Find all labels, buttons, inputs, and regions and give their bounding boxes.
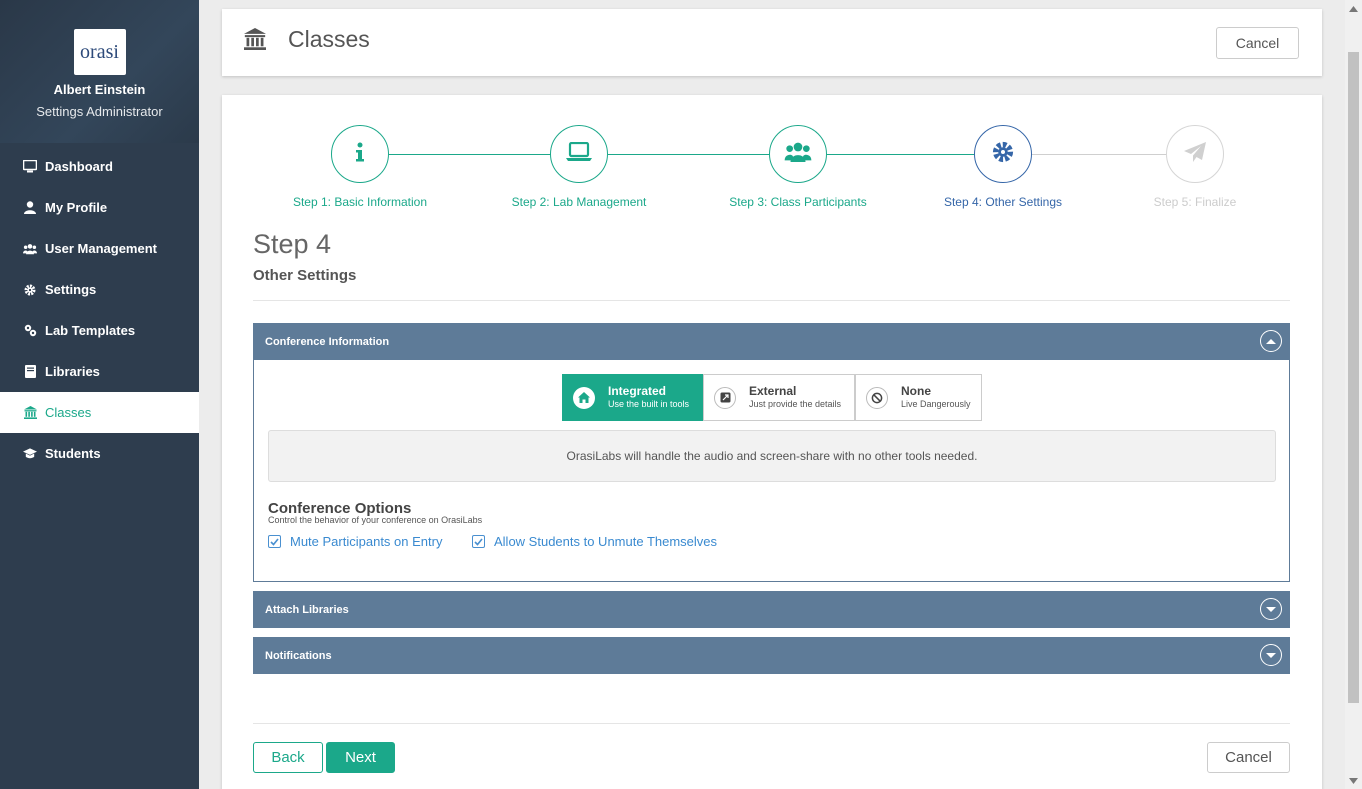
orasi-logo: orasi — [73, 29, 126, 75]
sidebar-item-user-management[interactable]: User Management — [0, 228, 199, 269]
step-circle — [974, 125, 1032, 183]
step-2[interactable]: Step 2: Lab Management — [479, 125, 679, 209]
scrollbar[interactable] — [1345, 0, 1362, 789]
step-label: Step 1: Basic Information — [292, 195, 428, 209]
scroll-down-icon[interactable] — [1349, 776, 1358, 785]
sidebar-item-settings[interactable]: Settings — [0, 269, 199, 310]
checkbox-label: Allow Students to Unmute Themselves — [494, 534, 718, 549]
chevron-up-icon[interactable] — [1260, 330, 1282, 352]
libraries-panel-header[interactable]: Attach Libraries — [253, 591, 1290, 628]
back-button[interactable]: Back — [253, 742, 323, 773]
sidebar: orasi Albert Einstein Settings Administr… — [0, 0, 199, 789]
wizard-card: Step 1: Basic Information Step 2: Lab Ma… — [222, 95, 1322, 789]
external-link-icon — [714, 386, 736, 409]
step-circle — [1166, 125, 1224, 183]
sidebar-item-dashboard[interactable]: Dashboard — [0, 146, 199, 187]
institution-icon — [244, 28, 266, 55]
conference-option-external[interactable]: External Just provide the details — [703, 374, 855, 421]
panel-title: Attach Libraries — [265, 603, 349, 616]
sidebar-item-label: My Profile — [45, 200, 108, 215]
conference-info-box: OrasiLabs will handle the audio and scre… — [268, 430, 1276, 482]
profile-area: orasi Albert Einstein Settings Administr… — [0, 0, 199, 143]
checkmark-icon[interactable] — [268, 535, 281, 548]
sidebar-item-label: Students — [45, 446, 101, 461]
conference-option-integrated[interactable]: Integrated Use the built in tools — [562, 374, 703, 421]
page-title: Classes — [288, 26, 370, 52]
step-label: Step 5: Finalize — [1153, 195, 1237, 209]
step-5[interactable]: Step 5: Finalize — [1095, 125, 1295, 209]
divider — [253, 300, 1290, 301]
sidebar-item-label: Lab Templates — [45, 323, 136, 338]
notifications-panel-header[interactable]: Notifications — [253, 637, 1290, 674]
step-label: Step 2: Lab Management — [511, 195, 647, 209]
sidebar-nav: Dashboard My Profile User Management Set… — [0, 146, 199, 474]
conference-option-none[interactable]: None Live Dangerously — [855, 374, 982, 421]
sidebar-item-label: User Management — [45, 241, 157, 256]
step-subheading: Other Settings — [253, 267, 357, 284]
users-icon — [784, 142, 812, 167]
page-header: Classes Cancel — [222, 9, 1322, 76]
laptop-icon — [566, 141, 592, 167]
sidebar-item-students[interactable]: Students — [0, 433, 199, 474]
divider — [253, 723, 1290, 724]
info-icon — [355, 142, 365, 167]
checkmark-icon[interactable] — [472, 535, 485, 548]
gear-icon — [23, 283, 37, 297]
flask-icon — [23, 324, 37, 338]
step-heading: Step 4 — [253, 229, 332, 259]
scrollbar-thumb[interactable] — [1348, 52, 1359, 703]
step-circle — [550, 125, 608, 183]
users-icon — [23, 242, 37, 256]
conference-panel-header[interactable]: Conference Information — [253, 323, 1290, 360]
home-icon — [573, 386, 595, 409]
scroll-up-icon[interactable] — [1349, 4, 1358, 13]
chevron-down-icon[interactable] — [1260, 644, 1282, 666]
option-desc: Live Dangerously — [901, 399, 971, 409]
step-label: Step 3: Class Participants — [729, 195, 867, 209]
cancel-button[interactable]: Cancel — [1216, 27, 1299, 59]
option-title: None — [901, 384, 931, 398]
conference-options-desc: Control the behavior of your conference … — [268, 515, 483, 525]
monitor-icon — [23, 160, 37, 174]
graduation-cap-icon — [23, 447, 37, 461]
cancel-button[interactable]: Cancel — [1207, 742, 1290, 773]
checkbox-label: Mute Participants on Entry — [290, 534, 443, 549]
user-role: Settings Administrator — [36, 104, 163, 119]
sidebar-item-libraries[interactable]: Libraries — [0, 351, 199, 392]
sidebar-item-label: Classes — [45, 405, 92, 420]
mute-participants-checkbox[interactable]: Mute Participants on Entry — [268, 534, 442, 549]
sidebar-item-label: Settings — [45, 282, 97, 297]
sidebar-item-my-profile[interactable]: My Profile — [0, 187, 199, 228]
panel-title: Conference Information — [265, 335, 390, 348]
sidebar-item-label: Dashboard — [45, 159, 113, 174]
paper-plane-icon — [1183, 141, 1207, 168]
chevron-down-icon[interactable] — [1260, 598, 1282, 620]
step-4[interactable]: Step 4: Other Settings — [903, 125, 1103, 209]
user-icon — [23, 201, 37, 215]
option-desc: Just provide the details — [749, 399, 842, 409]
allow-unmute-checkbox[interactable]: Allow Students to Unmute Themselves — [472, 534, 717, 549]
step-label: Step 4: Other Settings — [943, 195, 1063, 209]
step-3[interactable]: Step 3: Class Participants — [698, 125, 898, 209]
ban-icon — [866, 386, 888, 409]
step-1[interactable]: Step 1: Basic Information — [260, 125, 460, 209]
step-circle — [331, 125, 389, 183]
next-button[interactable]: Next — [326, 742, 395, 773]
book-icon — [23, 365, 37, 379]
sidebar-item-label: Libraries — [45, 364, 100, 379]
option-title: Integrated — [608, 384, 667, 398]
step-circle — [769, 125, 827, 183]
sidebar-item-classes[interactable]: Classes — [0, 392, 199, 433]
option-title: External — [749, 384, 797, 398]
sidebar-item-lab-templates[interactable]: Lab Templates — [0, 310, 199, 351]
institution-icon — [23, 406, 37, 420]
option-desc: Use the built in tools — [608, 399, 690, 409]
gear-icon — [992, 141, 1014, 168]
panel-title: Notifications — [265, 649, 332, 662]
conference-panel-body: Integrated Use the built in tools Extern… — [253, 360, 1290, 582]
user-name: Albert Einstein — [53, 82, 146, 97]
